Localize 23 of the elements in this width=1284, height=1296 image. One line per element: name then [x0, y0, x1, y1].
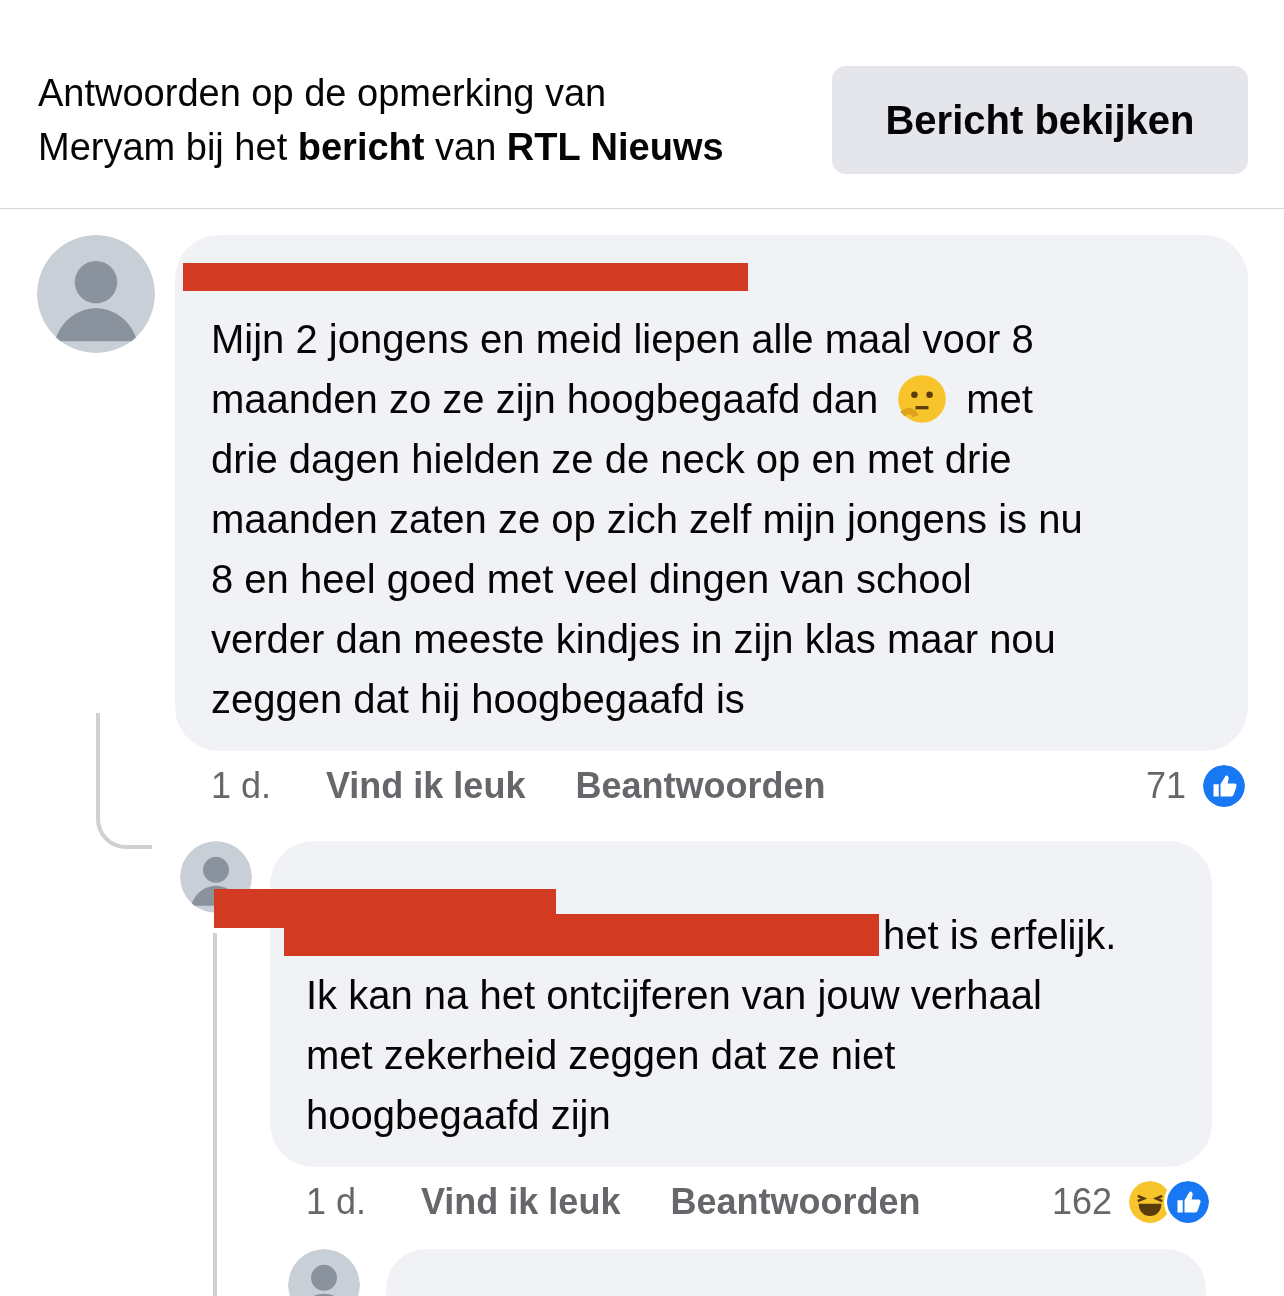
reaction-count: 162: [1051, 1180, 1112, 1224]
comment-text: Mijn 2 jongens en meid liepen alle maal voor 8: [211, 316, 1034, 363]
comment-text: Ik kan na het ontcijferen van jouw verhaal: [306, 972, 1042, 1019]
comment-time: 1 d.: [306, 1180, 368, 1224]
comment-action-link[interactable]: Vind ik leuk: [326, 759, 526, 813]
comment-text: zeggen dat hij hoogbegaafd is: [211, 676, 745, 723]
comment-action-link[interactable]: Vind ik leuk: [421, 1175, 621, 1229]
comment-text: met: [966, 376, 1033, 423]
comment-text: maanden zo ze zijn hoogbegaafd dan: [211, 376, 879, 423]
comment-text: 8 en heel goed met veel dingen van school: [211, 556, 972, 603]
reaction-count: 71: [1145, 764, 1186, 808]
view-post-button[interactable]: Bericht bekijken: [832, 66, 1248, 174]
comment-text: hoogbegaafd zijn: [306, 1092, 611, 1139]
comment-text: drie dagen hielden ze de neck op en met drie: [211, 436, 1012, 483]
comment-text: maanden zaten ze op zich zelf mijn jongens is nu: [211, 496, 1083, 543]
comment-text: het is erfelijk.: [883, 912, 1117, 959]
header-text: Meryam bij het bericht van RTL Nieuws: [38, 125, 724, 170]
comment-text: met zekerheid zeggen dat ze niet: [306, 1032, 896, 1079]
comment-text: verder dan meeste kindjes in zijn klas maar nou: [211, 616, 1056, 663]
comment-time: 1 d.: [211, 764, 273, 808]
header-text: Antwoorden op de opmerking van: [38, 71, 608, 116]
comment-action-link[interactable]: Beantwoorden: [575, 759, 826, 813]
comment-action-link[interactable]: Beantwoorden: [670, 1175, 921, 1229]
